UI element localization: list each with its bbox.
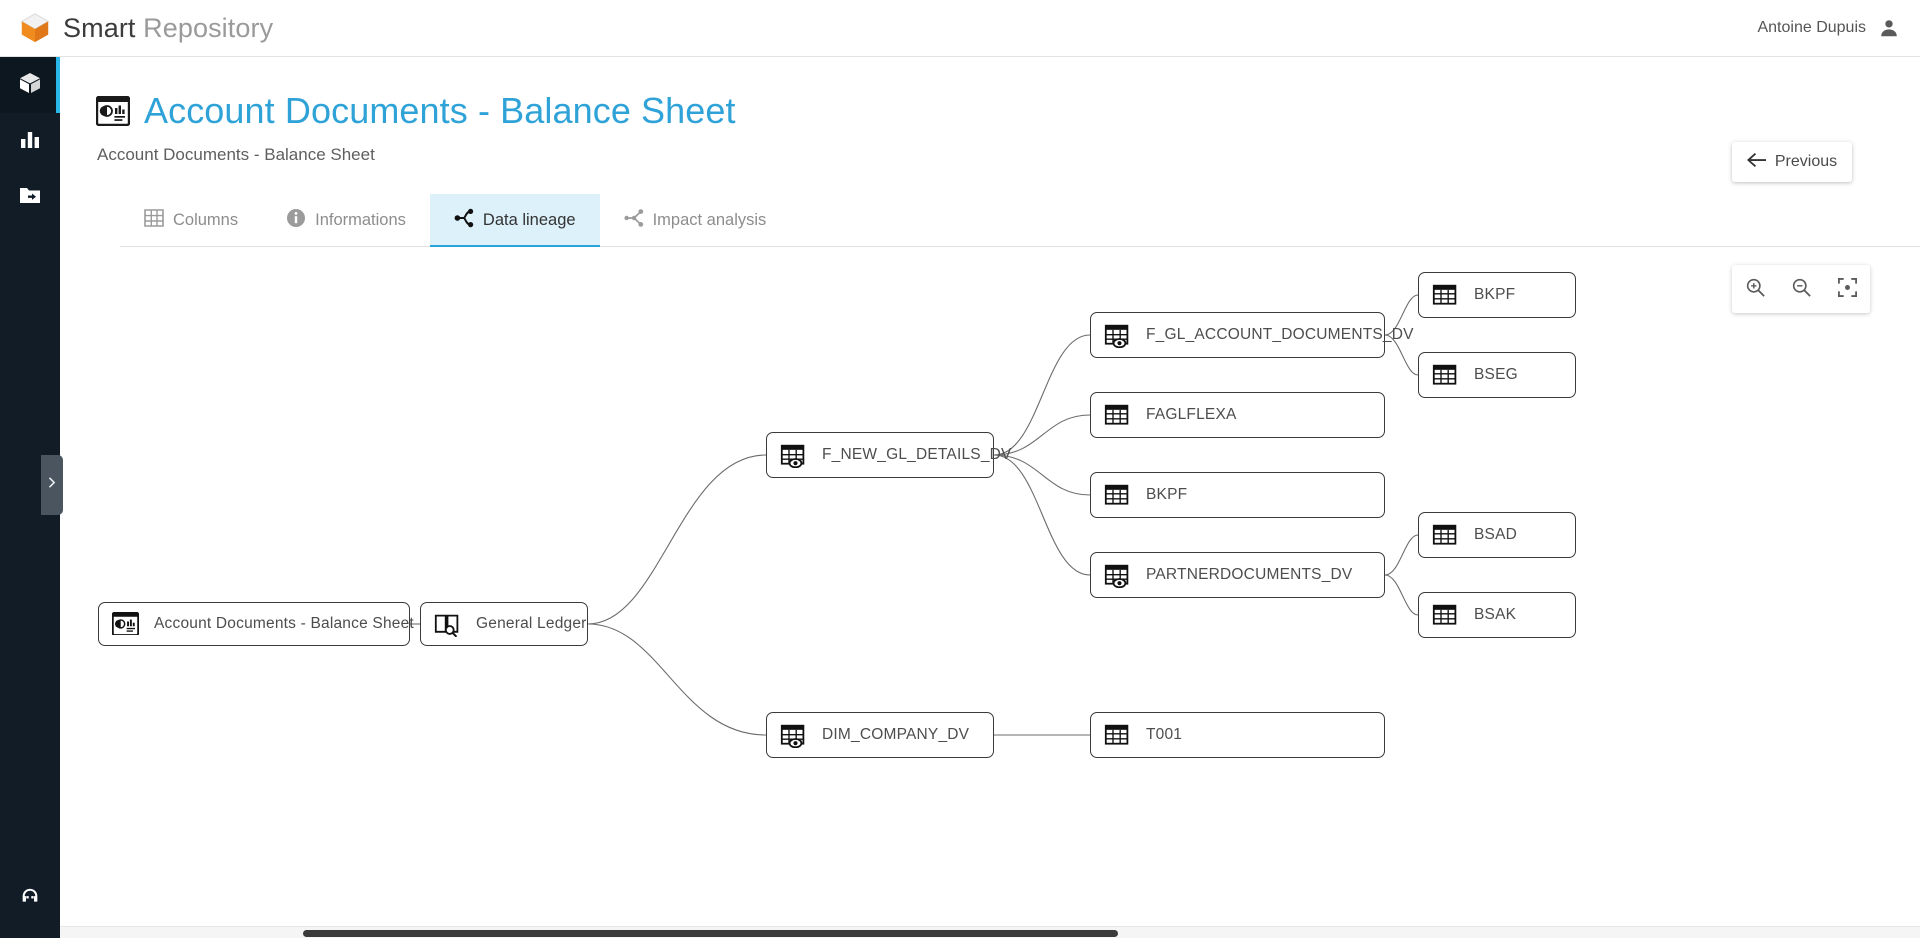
horizontal-scrollbar[interactable]	[60, 926, 1920, 938]
scrollbar-thumb[interactable]	[303, 930, 1118, 937]
impact-analysis-icon	[623, 208, 644, 233]
data-lineage-icon	[454, 208, 474, 233]
lineage-node-label: General Ledger	[476, 615, 587, 632]
page-subtitle: Account Documents - Balance Sheet	[97, 145, 375, 164]
lineage-node-label: PARTNERDOCUMENTS_DV	[1146, 566, 1353, 583]
lineage-node-label: BSEG	[1474, 366, 1518, 383]
fit-to-screen-button[interactable]	[1830, 272, 1864, 306]
lineage-node[interactable]: PARTNERDOCUMENTS_DV	[1090, 552, 1385, 598]
fit-screen-icon	[1837, 277, 1858, 301]
table-icon	[1432, 523, 1459, 548]
lineage-node[interactable]: Account Documents - Balance Sheet	[98, 602, 414, 646]
lineage-node[interactable]: FAGLFLEXA	[1090, 392, 1385, 438]
table-view-icon	[780, 723, 807, 748]
lineage-node[interactable]: BSAK	[1418, 592, 1576, 638]
top-bar: Smart Repository Antoine Dupuis	[0, 0, 1920, 57]
zoom-out-button[interactable]	[1784, 272, 1818, 306]
table-icon	[1104, 483, 1131, 508]
tab-columns-label: Columns	[173, 211, 239, 229]
cube-icon	[18, 71, 42, 100]
tab-bar: Columns Informations Data lineage Impact…	[120, 194, 1920, 248]
table-icon	[1104, 403, 1131, 428]
previous-button-label: Previous	[1774, 153, 1838, 170]
zoom-in-button[interactable]	[1738, 272, 1772, 306]
lineage-node-label: T001	[1146, 726, 1183, 743]
lineage-node-label: Account Documents - Balance Sheet	[154, 615, 414, 632]
lineage-node-label: BKPF	[1474, 286, 1516, 303]
lineage-node[interactable]: BKPF	[1418, 272, 1576, 318]
tab-informations[interactable]: Informations	[262, 194, 430, 247]
table-icon	[1432, 283, 1459, 308]
lineage-node-label: F_NEW_GL_DETAILS_DV	[822, 446, 1012, 463]
lineage-node[interactable]: BSAD	[1418, 512, 1576, 558]
lineage-node-label: BKPF	[1146, 486, 1188, 503]
zoom-out-icon	[1791, 277, 1812, 301]
lineage-node-label: DIM_COMPANY_DV	[822, 726, 970, 743]
lineage-node[interactable]: BSEG	[1418, 352, 1576, 398]
page-title: Account Documents - Balance Sheet	[144, 90, 736, 131]
report-icon	[95, 95, 131, 127]
folder-export-icon	[18, 183, 42, 212]
lineage-node[interactable]: DIM_COMPANY_DV	[766, 712, 994, 758]
arrow-left-icon	[1746, 152, 1766, 173]
chevron-right-icon	[46, 476, 59, 494]
brand[interactable]: Smart Repository	[18, 11, 273, 45]
lineage-node[interactable]: General Ledger	[420, 602, 588, 646]
rail-item-analytics[interactable]	[0, 113, 60, 169]
page-header: Account Documents - Balance Sheet Accoun…	[60, 57, 1920, 182]
table-view-icon	[1104, 323, 1131, 348]
brand-secondary: Repository	[143, 12, 274, 43]
application-window: Smart Repository Antoine Dupuis Account …	[0, 0, 1920, 938]
main-content: Account Documents - Balance Sheet Accoun…	[60, 57, 1920, 938]
lineage-node[interactable]: T001	[1090, 712, 1385, 758]
cube-logo-icon	[18, 11, 52, 45]
tab-impact-analysis[interactable]: Impact analysis	[600, 194, 791, 247]
bar-chart-icon	[18, 127, 42, 156]
lineage-canvas[interactable]: Account Documents - Balance Sheet Genera…	[60, 247, 1920, 887]
lineage-node-label: BSAK	[1474, 606, 1517, 623]
rail-item-repository[interactable]	[0, 57, 60, 113]
user-name: Antoine Dupuis	[1757, 19, 1866, 36]
glossary-icon	[434, 612, 461, 637]
tab-data-lineage[interactable]: Data lineage	[429, 194, 600, 248]
lineage-edges	[410, 294, 1419, 736]
zoom-in-icon	[1745, 277, 1766, 301]
tab-informations-label: Informations	[315, 211, 406, 229]
table-icon	[1432, 603, 1459, 628]
top-bar-right: Antoine Dupuis	[1757, 17, 1900, 39]
tab-data-lineage-label: Data lineage	[482, 211, 576, 229]
lineage-node[interactable]: F_NEW_GL_DETAILS_DV	[766, 432, 1011, 478]
lineage-node-label: F_GL_ACCOUNT_DOCUMENTS_DV	[1146, 326, 1414, 343]
user-avatar-icon[interactable]	[1878, 17, 1900, 39]
lineage-node[interactable]: F_GL_ACCOUNT_DOCUMENTS_DV	[1090, 312, 1413, 358]
table-grid-icon	[144, 208, 164, 233]
lineage-node-label: FAGLFLEXA	[1146, 406, 1237, 423]
rail-item-support[interactable]	[0, 874, 60, 924]
report-icon	[111, 611, 140, 637]
lineage-node-label: BSAD	[1474, 526, 1518, 543]
support-headset-icon	[19, 886, 41, 913]
table-view-icon	[1104, 563, 1131, 588]
page-title-row: Account Documents - Balance Sheet	[95, 90, 1920, 132]
rail-item-exports[interactable]	[0, 169, 60, 225]
tab-impact-analysis-label: Impact analysis	[652, 211, 767, 229]
sidebar-expand-handle[interactable]	[41, 455, 63, 515]
table-view-icon	[780, 443, 807, 468]
graph-controls	[1732, 265, 1870, 313]
info-circle-icon	[286, 208, 306, 233]
tab-columns[interactable]: Columns	[120, 194, 262, 247]
brand-primary: Smart	[63, 12, 136, 43]
table-icon	[1432, 363, 1459, 388]
lineage-node[interactable]: BKPF	[1090, 472, 1385, 518]
table-icon	[1104, 723, 1131, 748]
previous-button[interactable]: Previous	[1732, 142, 1852, 182]
